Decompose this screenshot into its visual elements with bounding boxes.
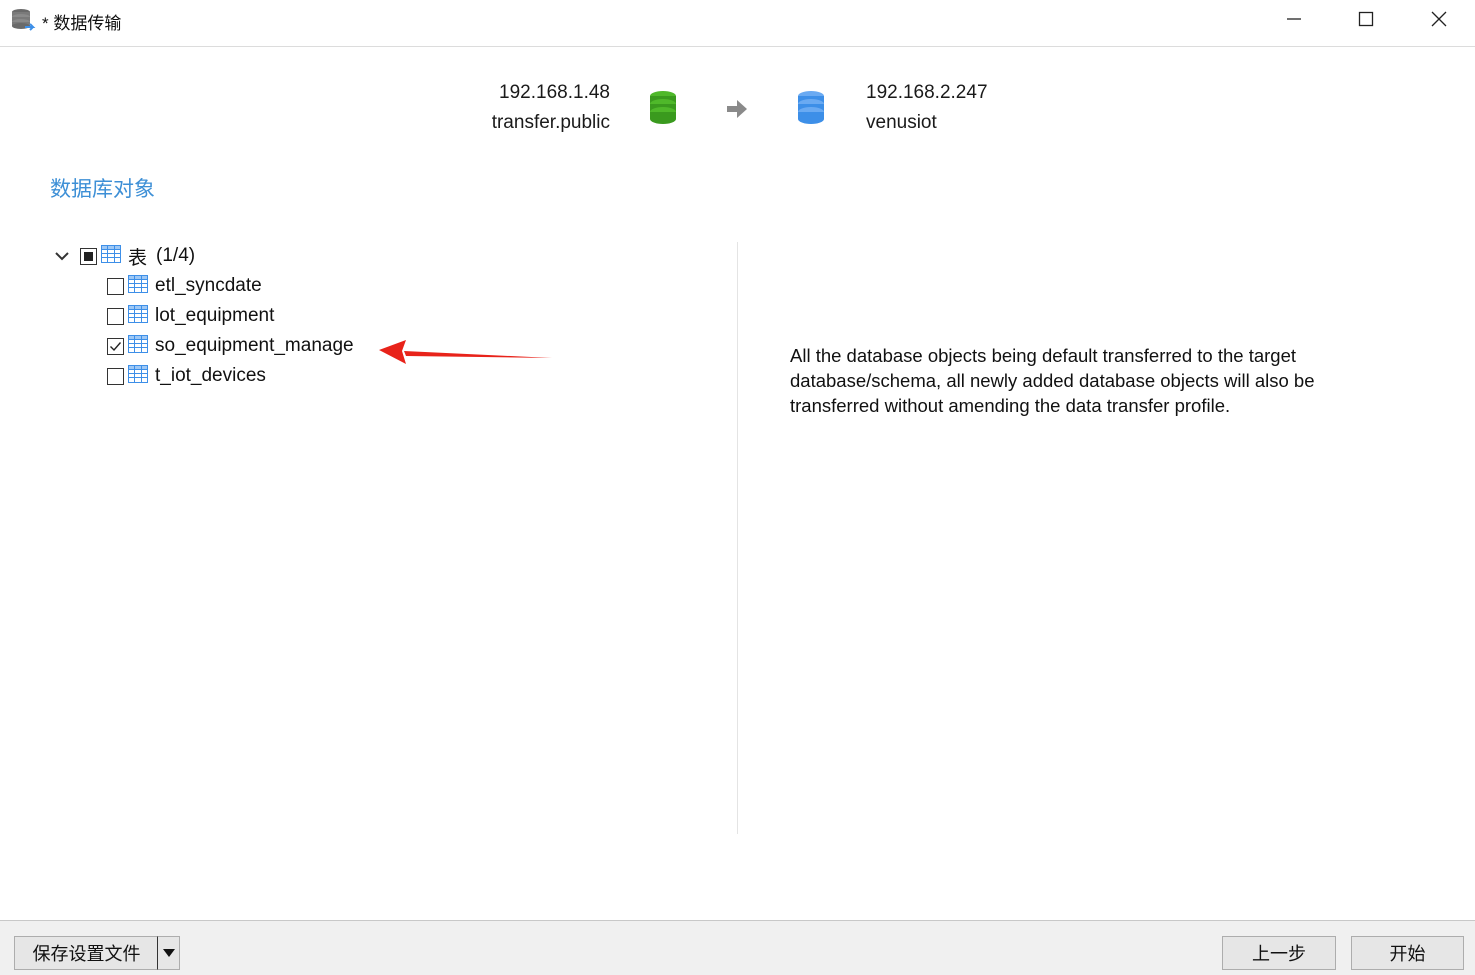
bottom-bar: 保存设置文件 上一步 开始 (0, 920, 1475, 975)
database-transfer-icon (10, 7, 36, 33)
title-bar: * 数据传输 (0, 0, 1475, 47)
table-icon (128, 334, 148, 358)
table-icon (101, 244, 121, 268)
item-checkbox[interactable] (107, 307, 124, 325)
close-button[interactable] (1403, 0, 1475, 38)
maximize-icon (1358, 11, 1374, 27)
table-icon (128, 304, 148, 328)
tables-label: 表 (128, 247, 148, 269)
table-icon (128, 274, 148, 298)
minimize-icon (1287, 18, 1301, 20)
tree-root-row[interactable]: 表 (1/4) (52, 242, 195, 270)
start-button[interactable]: 开始 (1351, 936, 1464, 970)
item-label: etl_syncdate (155, 275, 262, 296)
source-host: 192.168.1.48 (499, 82, 610, 103)
source-schema: transfer.public (491, 112, 610, 133)
item-checkbox[interactable] (107, 367, 124, 385)
pane-divider[interactable] (737, 242, 738, 834)
tree-item[interactable]: so_equipment_manage (107, 332, 354, 360)
caret-down-icon (162, 949, 175, 957)
info-description: All the database objects being default t… (790, 345, 1315, 416)
table-icon (128, 364, 148, 388)
arrow-right-icon (726, 99, 748, 124)
item-checkbox[interactable] (107, 337, 124, 355)
target-schema: venusiot (866, 112, 937, 133)
source-database-icon (647, 90, 679, 131)
maximize-button[interactable] (1330, 0, 1402, 38)
target-host: 192.168.2.247 (866, 82, 988, 103)
tree-item[interactable]: etl_syncdate (107, 272, 262, 300)
red-arrow-icon (378, 337, 554, 372)
window-title: * 数据传输 (42, 14, 122, 33)
tree-item[interactable]: lot_equipment (107, 302, 274, 330)
save-profile-button[interactable]: 保存设置文件 (14, 936, 158, 970)
minimize-button[interactable] (1258, 0, 1330, 38)
target-database-icon (795, 90, 827, 131)
tree-item[interactable]: t_iot_devices (107, 362, 266, 390)
back-button[interactable]: 上一步 (1222, 936, 1336, 970)
save-profile-dropdown[interactable] (157, 936, 180, 970)
item-label: t_iot_devices (155, 365, 266, 386)
checkmark-icon (110, 341, 122, 351)
item-checkbox[interactable] (107, 277, 124, 295)
item-label: so_equipment_manage (155, 335, 354, 356)
item-label: lot_equipment (155, 305, 275, 326)
tables-count: (1/4) (156, 245, 196, 266)
tables-checkbox[interactable] (80, 247, 97, 265)
section-title: 数据库对象 (50, 177, 155, 201)
chevron-down-icon[interactable] (52, 246, 72, 266)
close-icon (1431, 11, 1447, 27)
